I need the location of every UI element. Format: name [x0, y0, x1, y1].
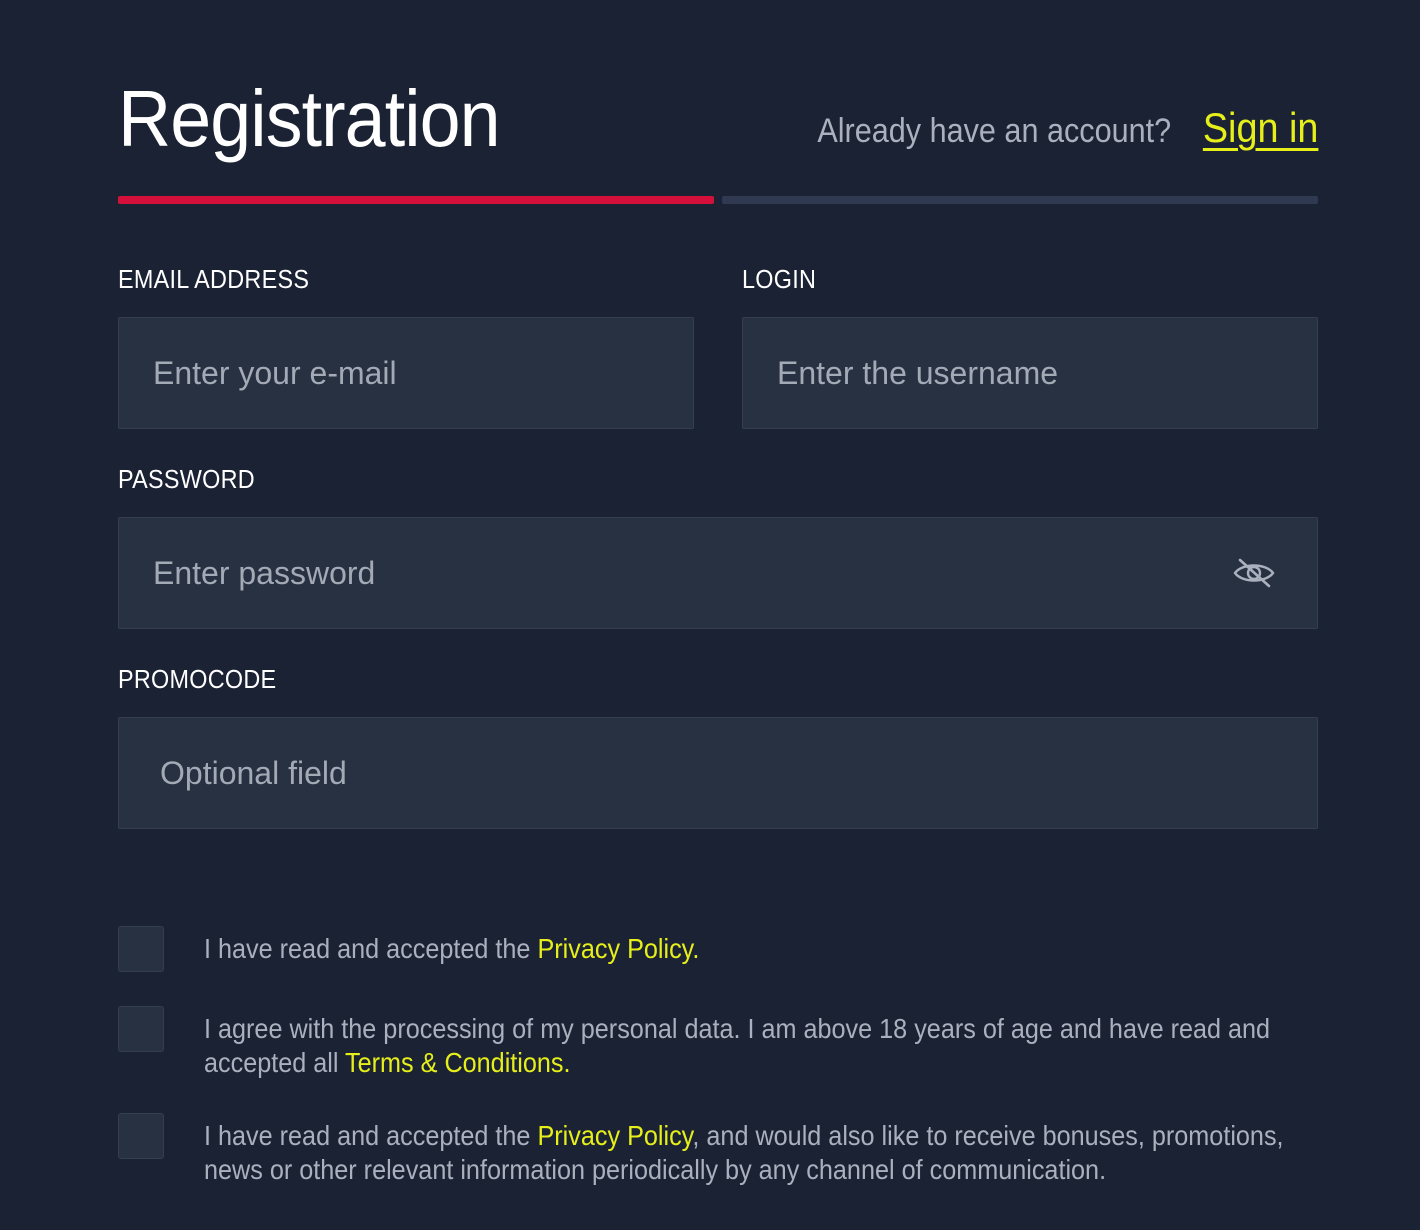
eye-slash-icon [1233, 558, 1275, 588]
email-input[interactable] [118, 317, 694, 429]
email-label: EMAIL ADDRESS [118, 264, 310, 294]
consent-text-before: I have read and accepted the [204, 933, 531, 964]
privacy-policy-link[interactable]: Privacy Policy [537, 1120, 692, 1151]
consent-text-before: I have read and accepted the [204, 1120, 531, 1151]
signin-link[interactable]: Sign in [1202, 104, 1318, 152]
promocode-input[interactable] [118, 717, 1318, 829]
privacy-policy-checkbox[interactable] [118, 926, 164, 972]
page-title: Registration [118, 74, 501, 163]
login-input[interactable] [742, 317, 1318, 429]
login-label: LOGIN [742, 264, 817, 294]
password-label: PASSWORD [118, 464, 255, 494]
consent-text: I have read and accepted the Privacy Pol… [204, 1119, 1324, 1187]
consent-text: I agree with the processing of my person… [204, 1012, 1324, 1080]
progress-step-2-inactive [722, 196, 1318, 204]
terms-conditions-link[interactable]: Terms & Conditions. [345, 1047, 570, 1078]
step-progress-bar [118, 196, 1318, 204]
password-input[interactable] [118, 517, 1318, 629]
registration-header: Registration Already have an account? Si… [118, 70, 1318, 180]
consent-text: I have read and accepted the Privacy Pol… [204, 932, 1324, 966]
account-prompt-text: Already have an account? [817, 112, 1172, 150]
registration-page: Registration Already have an account? Si… [0, 0, 1420, 1230]
promocode-label: PROMOCODE [118, 664, 277, 694]
password-visibility-toggle[interactable] [1226, 552, 1282, 594]
marketing-consent-checkbox[interactable] [118, 1113, 164, 1159]
progress-step-1-active [118, 196, 714, 204]
privacy-policy-link[interactable]: Privacy Policy. [537, 933, 699, 964]
signin-prompt: Already have an account? Sign in [778, 104, 1318, 152]
terms-checkbox[interactable] [118, 1006, 164, 1052]
